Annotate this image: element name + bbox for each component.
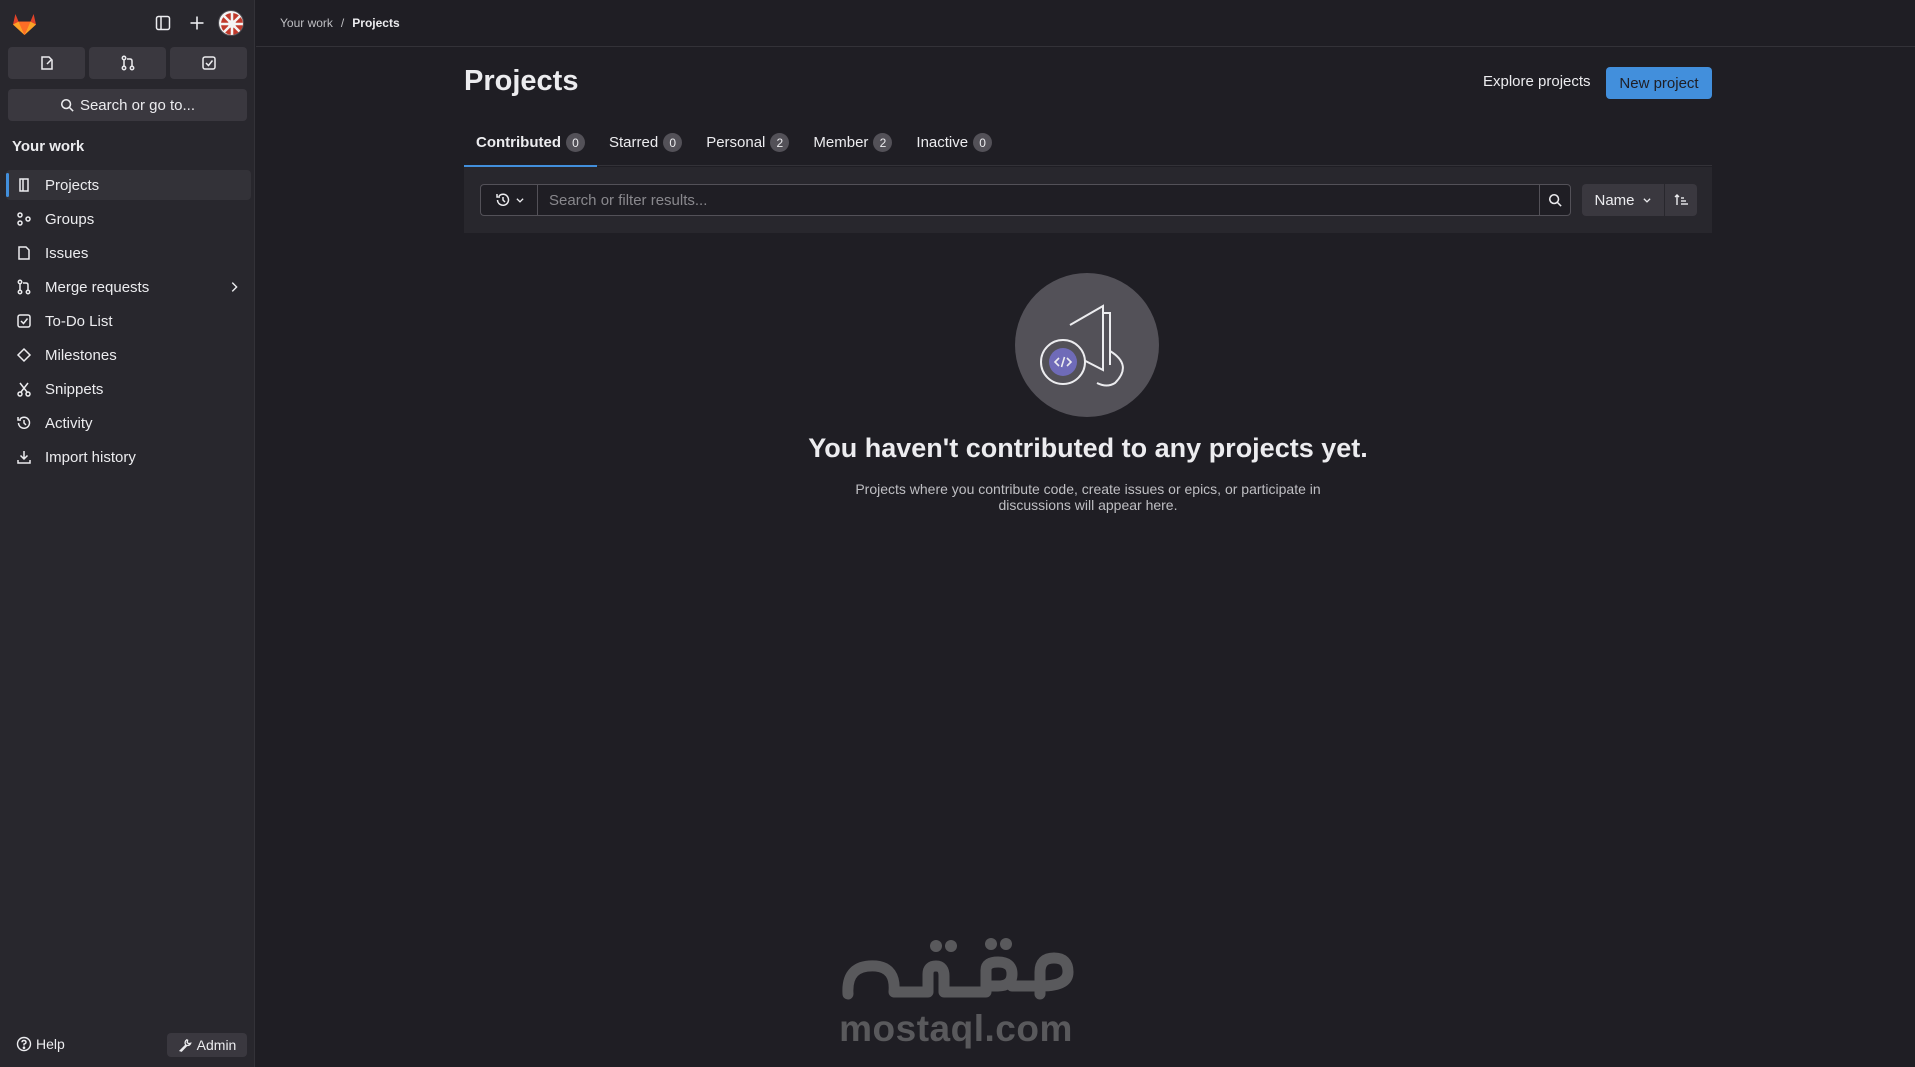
sidebar-item-label: Snippets (45, 380, 104, 398)
wrench-icon (178, 1039, 192, 1052)
main-content: Projects Explore projects New project Co… (464, 47, 1712, 1067)
todo-button[interactable] (170, 47, 247, 79)
tab-label: Starred (608, 134, 659, 151)
empty-state-illustration (1015, 273, 1159, 417)
sidebar-item-projects[interactable]: Projects (6, 170, 251, 200)
help-label: Help (36, 1036, 65, 1052)
project-icon (16, 177, 32, 193)
download-icon (16, 449, 32, 465)
sidebar-nav: Projects Groups Issues Merge requests To… (6, 170, 251, 476)
top-bar: Your work / Projects (256, 0, 1915, 47)
sidebar-section-title: Your work (12, 138, 85, 155)
tab-label: Contributed (476, 134, 561, 151)
tab-personal[interactable]: Personal 2 (694, 119, 801, 166)
tab-label: Personal (706, 134, 766, 151)
watermark-domain: mostaql.com (839, 1008, 1073, 1049)
search-label: Search or go to... (79, 96, 196, 114)
help-icon (16, 1036, 32, 1052)
sidebar-item-label: Activity (45, 414, 93, 432)
tab-count-badge: 0 (565, 133, 585, 152)
chevron-down-icon (515, 198, 524, 203)
sidebar-item-import-history[interactable]: Import history (6, 442, 251, 472)
search-button[interactable]: Search or go to... (8, 89, 247, 121)
snippet-icon (16, 381, 32, 397)
tab-count-badge: 0 (973, 133, 993, 152)
merge-request-icon (16, 279, 32, 295)
search-submit-button[interactable] (1539, 184, 1571, 216)
sidebar-header (0, 0, 255, 46)
explore-projects-button[interactable]: Explore projects (1471, 68, 1603, 95)
project-tabs: Contributed 0 Starred 0 Personal 2 Membe… (464, 119, 1712, 167)
sidebar-item-label: Merge requests (45, 278, 150, 296)
tab-count-badge: 0 (663, 133, 683, 152)
tab-contributed[interactable]: Contributed 0 (464, 119, 597, 167)
tab-count-badge: 2 (770, 133, 790, 152)
tab-count-badge: 2 (873, 133, 893, 152)
tab-inactive[interactable]: Inactive 0 (904, 119, 1004, 166)
gitlab-logo-icon[interactable] (11, 10, 38, 36)
history-icon (495, 193, 509, 206)
sort-ascending-icon (1674, 194, 1688, 205)
page-title: Projects (464, 65, 579, 97)
sidebar-item-snippets[interactable]: Snippets (6, 374, 251, 404)
sidebar-item-issues[interactable]: Issues (6, 238, 251, 268)
assigned-issues-button[interactable] (8, 47, 85, 79)
breadcrumb-separator: / (340, 16, 345, 30)
help-button[interactable]: Help (16, 1036, 65, 1052)
admin-label: Admin (196, 1037, 237, 1053)
sidebar-item-label: Projects (45, 176, 100, 194)
tab-label: Member (813, 134, 869, 151)
search-icon (1548, 193, 1562, 207)
history-icon (16, 415, 32, 431)
mostaql-logo-icon (842, 938, 1074, 1000)
avatar[interactable] (218, 10, 244, 36)
milestone-icon (16, 347, 32, 363)
sidebar-item-label: Groups (45, 210, 95, 228)
sidebar-item-groups[interactable]: Groups (6, 204, 251, 234)
sidebar-item-milestones[interactable]: Milestones (6, 340, 251, 370)
breadcrumb: Your work / Projects (280, 16, 400, 30)
todo-icon (16, 313, 32, 329)
filter-bar: Name (464, 167, 1712, 233)
sidebar: Search or go to... Your work Projects Gr… (0, 0, 255, 1067)
chevron-down-icon (1642, 198, 1651, 203)
sidebar-footer: Help Admin (0, 1027, 255, 1067)
tab-member[interactable]: Member 2 (801, 119, 904, 166)
sort-field-label: Name (1594, 191, 1635, 209)
tab-label: Inactive (916, 134, 969, 151)
sidebar-item-label: Import history (45, 448, 136, 466)
sidebar-item-label: Milestones (45, 346, 117, 364)
merge-requests-button[interactable] (89, 47, 166, 79)
breadcrumb-your-work[interactable]: Your work (280, 16, 333, 30)
sidebar-item-activity[interactable]: Activity (6, 408, 251, 438)
empty-state-title: You haven't contributed to any projects … (808, 433, 1368, 463)
sidebar-item-label: To-Do List (45, 312, 113, 330)
mostaql-watermark: mostaql.com (836, 934, 1076, 1049)
recent-searches-dropdown[interactable] (480, 184, 538, 216)
toggle-sidebar-icon[interactable] (151, 11, 175, 35)
sidebar-item-merge-requests[interactable]: Merge requests (6, 272, 251, 302)
chevron-right-icon (231, 282, 238, 292)
empty-state-description: Projects where you contribute code, crea… (855, 481, 1321, 513)
sort-field-dropdown[interactable]: Name (1582, 184, 1664, 216)
new-project-button[interactable]: New project (1606, 67, 1712, 99)
tab-starred[interactable]: Starred 0 (597, 119, 694, 166)
issues-icon (16, 245, 32, 261)
quick-actions (8, 47, 247, 79)
search-input[interactable] (537, 184, 1540, 216)
sort-direction-button[interactable] (1665, 184, 1697, 216)
sidebar-item-label: Issues (45, 244, 89, 262)
admin-button[interactable]: Admin (167, 1033, 247, 1057)
search-icon (60, 98, 74, 112)
sidebar-item-todo-list[interactable]: To-Do List (6, 306, 251, 336)
breadcrumb-projects[interactable]: Projects (352, 16, 399, 30)
group-icon (16, 211, 32, 227)
plus-icon[interactable] (185, 11, 209, 35)
